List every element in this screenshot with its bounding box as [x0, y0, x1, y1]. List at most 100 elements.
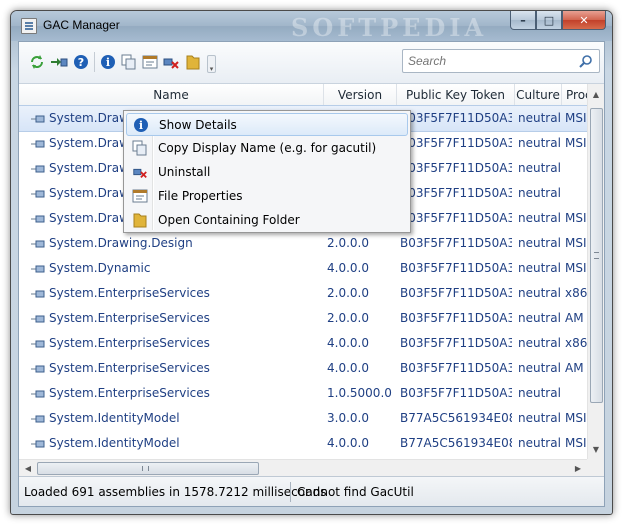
- menu-item-label: File Properties: [158, 189, 243, 203]
- horizontal-scroll-thumb[interactable]: [37, 462, 259, 475]
- caption-buttons: – □ ✕: [510, 11, 606, 31]
- cell-culture: neutral: [518, 386, 561, 400]
- properties-button[interactable]: [140, 52, 160, 72]
- menu-item-show-details[interactable]: i Show Details: [126, 113, 408, 136]
- scroll-left-icon[interactable]: ◀: [20, 460, 36, 476]
- assembly-icon: [31, 190, 45, 198]
- cell-version: 1.0.5000.0: [327, 386, 392, 400]
- cell-culture: neutral: [518, 411, 561, 425]
- cell-name: System.EnterpriseServices: [49, 311, 210, 325]
- add-assembly-icon: [51, 58, 68, 67]
- search-box[interactable]: [402, 49, 600, 73]
- toolbar: ? i ▾: [19, 42, 604, 84]
- scroll-down-icon[interactable]: ▼: [588, 441, 604, 457]
- scroll-up-icon[interactable]: ▲: [588, 86, 604, 102]
- app-icon: [21, 18, 37, 34]
- menu-item-copy-display-name[interactable]: Copy Display Name (e.g. for gacutil): [126, 137, 408, 160]
- status-bar: Loaded 691 assemblies in 1578.7212 milli…: [19, 476, 604, 506]
- help-button[interactable]: ?: [71, 52, 91, 72]
- assembly-icon: [31, 165, 45, 173]
- column-header-name[interactable]: Name: [19, 84, 324, 106]
- cell-version: 4.0.0.0: [327, 436, 369, 450]
- column-header-culture[interactable]: Culture: [515, 84, 562, 106]
- table-row[interactable]: System.EnterpriseServices 4.0.0.0 B03F5F7F…: [19, 356, 604, 381]
- menu-item-label: Open Containing Folder: [158, 213, 300, 227]
- status-gacutil: Cannot find GacUtil: [297, 485, 414, 499]
- cell-culture: neutral: [518, 186, 561, 200]
- copy-icon: [132, 140, 147, 156]
- vertical-scroll-thumb[interactable]: [590, 108, 603, 403]
- details-button[interactable]: i: [98, 52, 118, 72]
- cell-public-key-token: B03F5F7F11D50A3A: [400, 211, 512, 225]
- cell-public-key-token: B77A5C561934E089: [400, 411, 512, 425]
- menu-item-file-properties[interactable]: File Properties: [126, 185, 408, 208]
- svg-text:i: i: [106, 56, 110, 69]
- horizontal-scrollbar[interactable]: ◀ ▶: [19, 459, 587, 476]
- cell-public-key-token: B77A5C561934E089: [400, 436, 512, 450]
- cell-culture: neutral: [518, 336, 561, 350]
- scroll-right-icon[interactable]: ▶: [570, 460, 586, 476]
- cell-public-key-token: B03F5F7F11D50A3A: [400, 236, 512, 250]
- cell-public-key-token: B03F5F7F11D50A3A: [400, 386, 512, 400]
- cell-version: 2.0.0.0: [327, 236, 369, 250]
- menu-item-uninstall[interactable]: Uninstall: [126, 161, 408, 184]
- column-header-version[interactable]: Version: [324, 84, 397, 106]
- menu-item-label: Show Details: [159, 118, 237, 132]
- info-icon: i: [101, 55, 115, 69]
- title-bar[interactable]: GAC Manager SOFTPEDIA – □ ✕: [11, 11, 612, 42]
- assembly-icon: [31, 290, 45, 298]
- menu-item-label: Uninstall: [158, 165, 211, 179]
- toolbar-separator: [94, 52, 95, 72]
- table-row[interactable]: System.EnterpriseServices 4.0.0.0 B03F5F7F…: [19, 331, 604, 356]
- assembly-icon: [31, 215, 45, 223]
- table-row[interactable]: System.IdentityModel 3.0.0.0 B77A5C561934E…: [19, 406, 604, 431]
- copy-button[interactable]: [119, 52, 139, 72]
- cell-public-key-token: B03F5F7F11D50A3A: [400, 361, 512, 375]
- status-load-info: Loaded 691 assemblies in 1578.7212 milli…: [24, 485, 327, 499]
- assembly-icon: [31, 340, 45, 348]
- uninstall-icon: [163, 58, 179, 69]
- cell-culture: neutral: [518, 311, 561, 325]
- table-row[interactable]: System.IdentityModel 4.0.0.0 B77A5C561934E…: [19, 431, 604, 456]
- minimize-button[interactable]: –: [510, 11, 536, 30]
- table-row[interactable]: System.EnterpriseServices 1.0.5000.0 B03F5…: [19, 381, 604, 406]
- app-window: GAC Manager SOFTPEDIA – □ ✕ ? i ▾ Search…: [10, 10, 613, 515]
- cell-name: System.IdentityModel: [49, 411, 180, 425]
- cell-public-key-token: B03F5F7F11D50A3A: [400, 261, 512, 275]
- table-row[interactable]: System.EnterpriseServices 2.0.0.0 B03F5F7F…: [19, 306, 604, 331]
- close-button[interactable]: ✕: [562, 11, 606, 30]
- help-icon: ?: [74, 55, 88, 69]
- add-assembly-button[interactable]: [49, 52, 69, 72]
- table-row[interactable]: System.Drawing.Design 2.0.0.0 B03F5F7F11D5…: [19, 231, 604, 256]
- scroll-corner: [587, 459, 604, 476]
- toolbar-overflow[interactable]: ▾: [207, 55, 216, 73]
- cell-name: System.EnterpriseServices: [49, 286, 210, 300]
- table-row[interactable]: System.Dynamic 4.0.0.0 B03F5F7F11D50A3A neu…: [19, 256, 604, 281]
- list-header: Name Version Public Key Token Culture Pr…: [19, 84, 604, 106]
- open-folder-button[interactable]: [183, 52, 203, 72]
- refresh-button[interactable]: [27, 52, 47, 72]
- svg-text:?: ?: [78, 56, 84, 69]
- cell-public-key-token: B03F5F7F11D50A3A: [400, 111, 512, 125]
- cell-version: 4.0.0.0: [327, 361, 369, 375]
- assembly-icon: [31, 315, 45, 323]
- window-title: GAC Manager: [43, 18, 120, 32]
- assembly-icon: [31, 365, 45, 373]
- properties-icon: [142, 55, 158, 69]
- info-icon: i: [134, 118, 148, 132]
- folder-icon: [186, 55, 200, 70]
- uninstall-button[interactable]: [161, 52, 181, 72]
- table-row[interactable]: System.EnterpriseServices 2.0.0.0 B03F5F7F…: [19, 281, 604, 306]
- column-header-public-key-token[interactable]: Public Key Token: [397, 84, 515, 106]
- svg-text:i: i: [139, 119, 143, 132]
- refresh-icon: [31, 55, 43, 69]
- cell-version: 3.0.0.0: [327, 411, 369, 425]
- search-icon[interactable]: [579, 54, 593, 68]
- cell-culture: neutral: [518, 436, 561, 450]
- cell-name: System.EnterpriseServices: [49, 386, 210, 400]
- maximize-button[interactable]: □: [536, 11, 562, 30]
- menu-item-open-containing-folder[interactable]: Open Containing Folder: [126, 209, 408, 232]
- cell-culture: neutral: [518, 261, 561, 275]
- search-input[interactable]: [406, 52, 576, 70]
- vertical-scrollbar[interactable]: ▲ ▼: [587, 84, 604, 459]
